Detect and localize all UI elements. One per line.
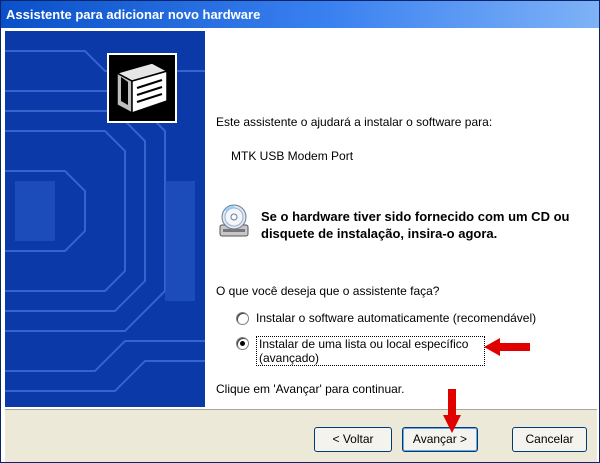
cd-notice: Se o hardware tiver sido fornecido com u… xyxy=(261,209,570,241)
intro-text: Este assistente o ajudará a instalar o s… xyxy=(216,115,493,129)
hardware-wizard-icon xyxy=(107,53,177,123)
button-bar: < Voltar Avançar > Cancelar xyxy=(5,409,597,462)
wizard-window: Assistente para adicionar novo hardware xyxy=(0,0,600,463)
continue-hint: Clique em 'Avançar' para continuar. xyxy=(216,382,405,396)
radio-automatic[interactable] xyxy=(236,312,249,325)
radio-list-or-location[interactable] xyxy=(236,337,249,350)
cancel-button[interactable]: Cancelar xyxy=(512,427,587,452)
wizard-banner xyxy=(5,31,205,407)
title-bar: Assistente para adicionar novo hardware xyxy=(1,1,599,28)
option-list-or-location[interactable]: Instalar de uma lista ou local específic… xyxy=(236,336,485,366)
wizard-content: Este assistente o ajudará a instalar o s… xyxy=(216,31,596,407)
option-automatic[interactable]: Instalar o software automaticamente (rec… xyxy=(236,311,536,325)
red-arrow-left-icon xyxy=(484,338,530,356)
option-list-label: Instalar de uma lista ou local específic… xyxy=(256,336,485,366)
back-button[interactable]: < Voltar xyxy=(314,427,392,452)
question-text: O que você deseja que o assistente faça? xyxy=(216,284,440,298)
option-automatic-label: Instalar o software automaticamente (rec… xyxy=(256,311,537,325)
red-arrow-down-icon xyxy=(443,389,461,433)
next-button[interactable]: Avançar > xyxy=(402,427,478,452)
cd-disk-icon xyxy=(219,204,249,237)
device-name: MTK USB Modem Port xyxy=(231,149,354,163)
